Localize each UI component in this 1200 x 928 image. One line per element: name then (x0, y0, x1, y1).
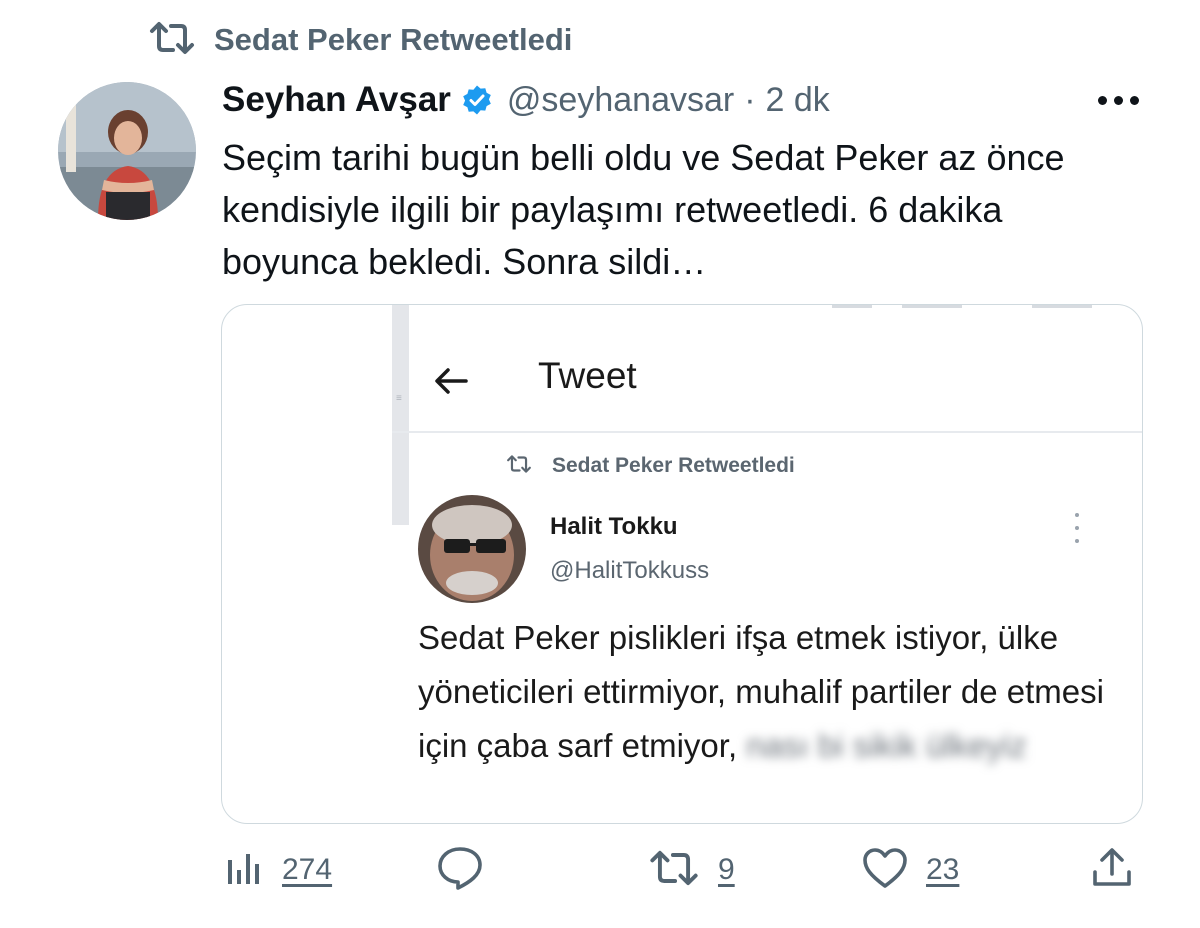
analytics-icon (224, 848, 264, 893)
screenshot-author-handle: @HalitTokkuss (550, 557, 710, 584)
screenshot-divider (392, 431, 1142, 433)
screenshot-page-title: Tweet (538, 355, 637, 396)
screenshot-retweet-context: Sedat Peker Retweetledi (506, 451, 795, 481)
author-name[interactable]: Seyhan Avşar (222, 80, 451, 120)
author-handle[interactable]: @seyhanavsar (507, 81, 734, 120)
retweet-context[interactable]: Sedat Peker Retweetledi (148, 18, 572, 62)
heart-icon (862, 847, 908, 894)
like-button[interactable]: 23 (862, 842, 959, 898)
views-button[interactable]: 274 (224, 842, 332, 898)
screenshot-author-name: Halit Tokku (550, 513, 678, 540)
screenshot-tweet-blurred-text: nası bi sikik ülkeyiz (746, 727, 1027, 764)
tweet-timestamp[interactable]: 2 dk (766, 81, 830, 120)
screenshot-author-avatar (418, 495, 526, 603)
share-button[interactable] (1090, 842, 1134, 898)
more-options-icon[interactable] (1090, 84, 1146, 116)
reply-button[interactable] (436, 842, 502, 898)
screenshot-more-icon (1072, 513, 1082, 543)
verified-badge-icon (461, 84, 493, 116)
like-count: 23 (926, 853, 960, 886)
screenshot-scrollbar (392, 305, 409, 525)
views-count: 274 (282, 853, 333, 886)
retweet-icon (148, 21, 196, 60)
separator-dot: · (744, 80, 756, 119)
retweet-count: 9 (718, 853, 735, 886)
screenshot-retweeted-by-label: Sedat Peker Retweetledi (552, 454, 795, 477)
author-avatar[interactable] (58, 82, 196, 220)
grip-icon: ≡ (396, 393, 402, 404)
retweet-icon (506, 454, 532, 479)
tweet-media-image[interactable]: ≡ Tweet Sedat Peker Retweetledi Halit To… (221, 304, 1143, 824)
screenshot-tweet-body: Sedat Peker pislikleri ifşa etmek istiyo… (418, 611, 1118, 773)
share-icon (1090, 846, 1134, 895)
back-arrow-icon (432, 361, 472, 401)
reply-icon (436, 845, 484, 896)
retweet-icon (648, 849, 700, 892)
retweet-button[interactable]: 9 (648, 842, 735, 898)
author-line: Seyhan Avşar @seyhanavsar · 2 dk (222, 76, 830, 124)
tweet-text: Seçim tarihi bugün belli oldu ve Sedat P… (222, 137, 1065, 282)
screenshot-statusbar-fragment (832, 305, 1102, 311)
retweeted-by-label: Sedat Peker Retweetledi (214, 22, 573, 57)
